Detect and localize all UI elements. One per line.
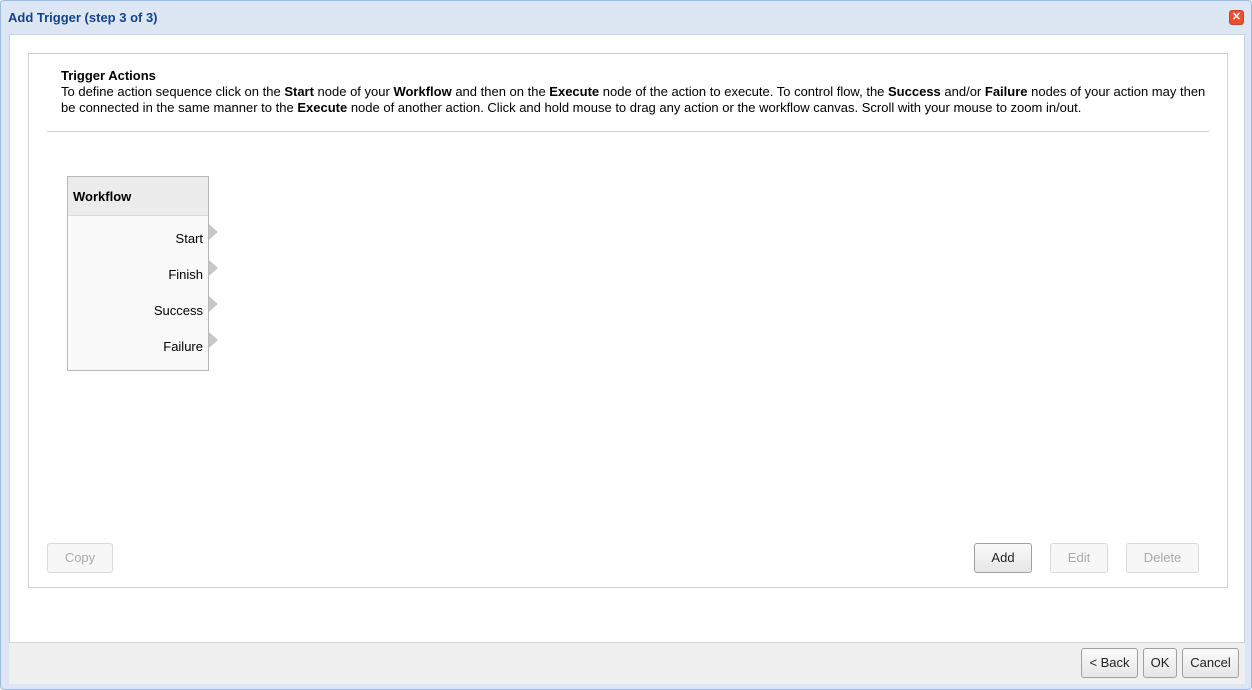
workflow-node-header[interactable]: Workflow: [68, 177, 208, 216]
edit-button[interactable]: Edit: [1050, 543, 1108, 573]
start-port-triangle-right-icon[interactable]: [209, 224, 218, 240]
dialog-body: Trigger Actions To define action sequenc…: [9, 34, 1245, 642]
desc-text: node of another action. Click and hold m…: [347, 100, 1082, 115]
add-button[interactable]: Add: [974, 543, 1032, 573]
desc-bold: Start: [284, 84, 314, 99]
desc-bold: Success: [888, 84, 941, 99]
add-trigger-dialog: Add Trigger (step 3 of 3) ✕ Trigger Acti…: [0, 0, 1252, 690]
failure-port-triangle-right-icon[interactable]: [209, 332, 218, 348]
copy-button[interactable]: Copy: [47, 543, 113, 573]
workflow-node-title: Workflow: [73, 189, 132, 204]
desc-bold: Workflow: [393, 84, 452, 99]
desc-text: and/or: [940, 84, 985, 99]
port-label-finish: Finish: [168, 267, 203, 282]
success-port-triangle-right-icon[interactable]: [209, 296, 218, 312]
desc-text: node of the action to execute. To contro…: [599, 84, 889, 99]
desc-bold: Execute: [549, 84, 600, 99]
panel-description: To define action sequence click on the S…: [61, 84, 1211, 116]
close-icon[interactable]: ✕: [1229, 10, 1244, 25]
panel-divider: [47, 131, 1209, 132]
panel-heading: Trigger Actions: [61, 68, 156, 83]
port-label-success: Success: [153, 303, 203, 318]
desc-text: To define action sequence click on the: [61, 84, 285, 99]
desc-bold: Execute: [297, 100, 348, 115]
dialog-footer: < Back OK Cancel: [9, 642, 1245, 684]
dialog-titlebar[interactable]: Add Trigger (step 3 of 3) ✕: [1, 1, 1251, 34]
desc-text: node of your: [313, 84, 394, 99]
back-button[interactable]: < Back: [1081, 648, 1138, 678]
dialog-title: Add Trigger (step 3 of 3): [8, 10, 158, 25]
trigger-actions-panel: Trigger Actions To define action sequenc…: [28, 53, 1228, 588]
port-label-start: Start: [175, 231, 203, 246]
delete-button[interactable]: Delete: [1126, 543, 1199, 573]
port-label-failure: Failure: [163, 339, 203, 354]
desc-text: and then on the: [451, 84, 550, 99]
cancel-button[interactable]: Cancel: [1182, 648, 1239, 678]
finish-port-triangle-right-icon[interactable]: [209, 260, 218, 276]
desc-bold: Failure: [984, 84, 1028, 99]
ok-button[interactable]: OK: [1143, 648, 1177, 678]
workflow-node[interactable]: Workflow Start Finish Success Failure: [67, 176, 218, 371]
